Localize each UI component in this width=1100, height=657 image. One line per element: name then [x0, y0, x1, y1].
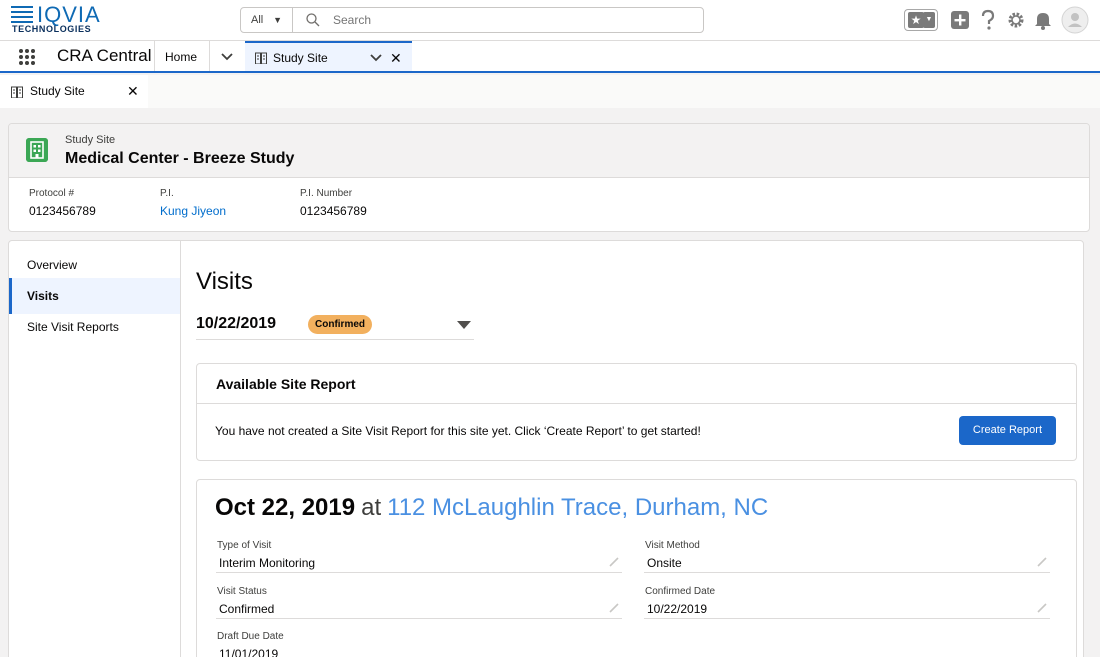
- card-heading: Available Site Report: [197, 364, 1076, 404]
- field-confirmed-date: Confirmed Date 10/22/2019: [644, 586, 1050, 619]
- pi-name-link[interactable]: Kung Jiyeon: [160, 204, 226, 218]
- field-visit-method: Visit Method Onsite: [644, 540, 1050, 573]
- search-scope-select[interactable]: All ▼: [241, 8, 293, 32]
- visit-date: Oct 22, 2019: [215, 494, 356, 521]
- caret-down-icon: [457, 321, 471, 329]
- header-field-protocol: Protocol # 0123456789: [29, 188, 96, 218]
- field-label: Type of Visit: [217, 540, 272, 551]
- field-value: 0123456789: [300, 204, 367, 218]
- nav-tab-study-site[interactable]: Study Site ✕: [245, 41, 412, 71]
- field-value: 0123456789: [29, 204, 96, 218]
- nav-home-tab[interactable]: Home: [165, 50, 197, 64]
- app-launcher-waffle-icon[interactable]: [19, 49, 35, 65]
- app-name: CRA Central: [57, 46, 152, 65]
- visit-detail-card: Oct 22, 2019 at 112 McLaughlin Trace, Durh…: [196, 479, 1077, 657]
- record-title: Medical Center - Breeze Study: [65, 150, 295, 167]
- app-navigation-bar: CRA Central Home Study Site ✕: [0, 41, 1100, 73]
- field-label: P.I. Number: [300, 188, 353, 199]
- logo-subtitle: TECHNOLOGIES: [12, 24, 92, 34]
- selected-visit-date: 10/22/2019: [196, 315, 277, 332]
- subtab-study-site[interactable]: Study Site ✕: [0, 75, 148, 108]
- notifications-bell-icon[interactable]: [1034, 10, 1052, 30]
- search-scope-label: All: [251, 14, 264, 26]
- record-header: Study Site Medical Center - Breeze Study…: [8, 123, 1090, 232]
- edit-pencil-icon[interactable]: [1036, 556, 1048, 568]
- nav-menu-chevron-down-icon[interactable]: [219, 50, 235, 64]
- field-label: Protocol #: [29, 188, 75, 199]
- header-field-pi: P.I. Kung Jiyeon: [160, 188, 226, 218]
- field-value: 10/22/2019: [647, 602, 708, 616]
- visit-date-picklist[interactable]: 10/22/2019 Confirmed: [196, 313, 474, 340]
- nav-divider: [209, 41, 210, 71]
- field-value: Confirmed: [219, 602, 275, 616]
- field-value: Onsite: [647, 556, 682, 570]
- record-header-title-bar: Study Site Medical Center - Breeze Study: [9, 124, 1089, 178]
- subtab-close-icon[interactable]: ✕: [127, 83, 139, 100]
- sidebar-item-site-visit-reports[interactable]: Site Visit Reports: [9, 309, 180, 345]
- caret-down-icon: ▼: [273, 15, 282, 25]
- visit-at-word: at: [361, 494, 382, 521]
- field-label: Visit Status: [217, 586, 267, 597]
- visit-location-link[interactable]: 112 McLaughlin Trace, Durham, NC: [387, 494, 768, 521]
- study-site-building-icon: [26, 138, 48, 162]
- global-header: IQVIA TECHNOLOGIES All ▼ ★ ▼: [0, 0, 1100, 41]
- left-vertical-nav: Overview Visits Site Visit Reports: [9, 241, 181, 657]
- building-icon: [11, 86, 23, 98]
- empty-state-message: You have not created a Site Visit Report…: [215, 424, 701, 438]
- favorites-button[interactable]: ★ ▼: [904, 9, 938, 31]
- edit-pencil-icon[interactable]: [1036, 602, 1048, 614]
- building-icon: [255, 52, 267, 64]
- header-utility-icons: ★ ▼: [904, 6, 1089, 36]
- record-type-label: Study Site: [65, 134, 116, 146]
- create-report-button[interactable]: Create Report: [958, 416, 1056, 445]
- help-icon[interactable]: [980, 9, 996, 31]
- global-search: All ▼: [240, 7, 704, 33]
- user-avatar[interactable]: [1061, 6, 1089, 34]
- nav-divider: [154, 41, 155, 71]
- search-icon: [306, 13, 320, 27]
- page-title: Visits: [196, 268, 253, 295]
- field-type-of-visit: Type of Visit Interim Monitoring: [216, 540, 622, 573]
- tab-close-icon[interactable]: ✕: [390, 50, 402, 67]
- edit-pencil-icon[interactable]: [608, 556, 620, 568]
- logo-lines-icon: [11, 6, 33, 23]
- field-value: Interim Monitoring: [219, 556, 316, 570]
- star-icon: ★: [908, 12, 924, 28]
- edit-pencil-icon[interactable]: [608, 602, 620, 614]
- visit-heading: Oct 22, 2019 at 112 McLaughlin Trace, Durh…: [215, 494, 768, 522]
- available-site-report-card: Available Site Report You have not creat…: [196, 363, 1077, 461]
- field-label: Visit Method: [645, 540, 700, 551]
- field-label: Draft Due Date: [217, 631, 284, 642]
- workspace-subtab-bar: Study Site ✕: [0, 75, 1100, 108]
- nav-tab-label: Study Site: [273, 51, 328, 65]
- global-actions-plus-icon[interactable]: [950, 10, 970, 30]
- main-content-card: Overview Visits Site Visit Reports Visit…: [8, 240, 1084, 657]
- field-label: P.I.: [160, 188, 174, 199]
- subtab-label: Study Site: [30, 84, 85, 98]
- field-value: 11/01/2019: [219, 647, 279, 657]
- field-draft-due-date: Draft Due Date 11/01/2019: [216, 631, 622, 657]
- status-badge: Confirmed: [308, 315, 372, 334]
- setup-gear-icon[interactable]: [1006, 10, 1026, 30]
- iqvia-logo[interactable]: IQVIA TECHNOLOGIES: [11, 2, 121, 38]
- search-input[interactable]: [333, 8, 693, 32]
- header-field-pi-number: P.I. Number 0123456789: [300, 188, 367, 218]
- favorites-dropdown-icon: ▼: [923, 12, 935, 28]
- field-label: Confirmed Date: [645, 586, 716, 597]
- field-visit-status: Visit Status Confirmed: [216, 586, 622, 619]
- tab-chevron-down-icon[interactable]: [369, 52, 383, 64]
